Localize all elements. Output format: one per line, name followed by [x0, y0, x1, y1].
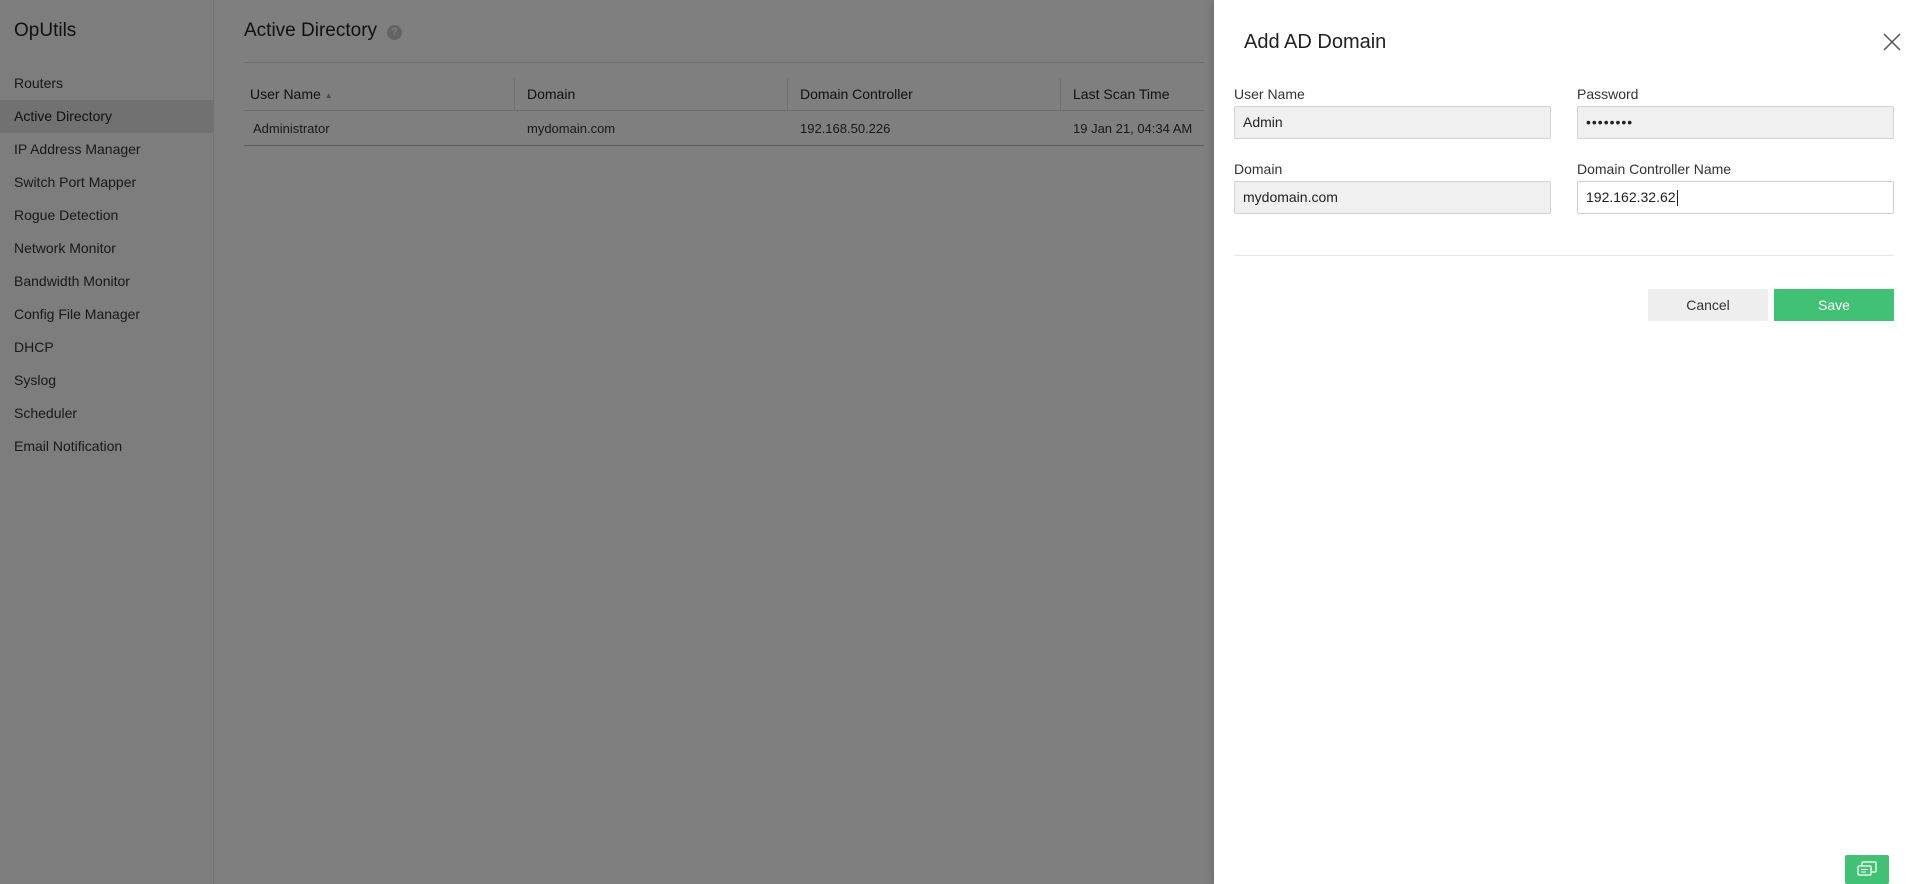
chat-button[interactable]	[1845, 855, 1889, 884]
username-label: User Name	[1234, 86, 1305, 102]
save-button[interactable]: Save	[1774, 289, 1894, 321]
username-field[interactable]: Admin	[1234, 106, 1551, 139]
add-ad-domain-panel: Add AD Domain User Name Admin Password •…	[1214, 0, 1914, 884]
domain-field[interactable]: mydomain.com	[1234, 181, 1551, 214]
panel-divider	[1234, 255, 1894, 256]
text-caret	[1676, 190, 1678, 207]
cancel-button[interactable]: Cancel	[1648, 289, 1768, 321]
panel-title: Add AD Domain	[1244, 31, 1387, 53]
modal-backdrop[interactable]	[0, 0, 1214, 884]
domain-label: Domain	[1234, 161, 1283, 177]
domain-controller-value: 192.162.32.62	[1586, 189, 1676, 205]
chat-icon	[1857, 860, 1877, 876]
password-field[interactable]: ••••••••	[1577, 106, 1894, 139]
password-label: Password	[1577, 86, 1639, 102]
close-icon[interactable]	[1881, 31, 1903, 53]
domain-controller-field[interactable]: 192.162.32.62	[1577, 181, 1894, 214]
domain-controller-label: Domain Controller Name	[1577, 161, 1732, 177]
